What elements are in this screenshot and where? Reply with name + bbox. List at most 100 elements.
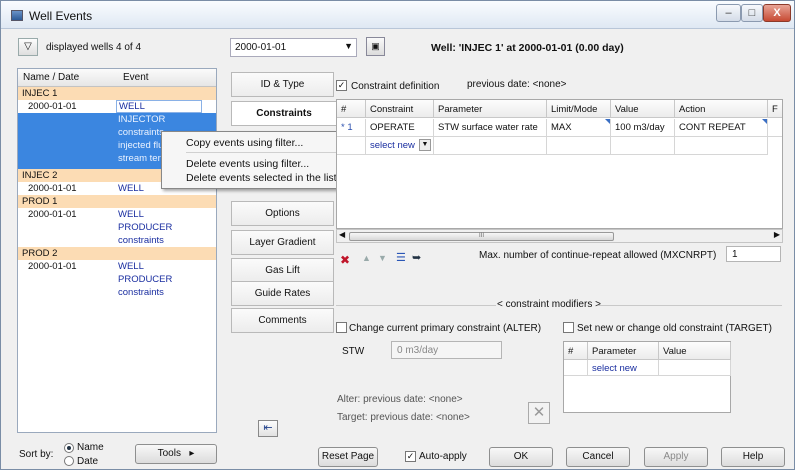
auto-apply-checkbox[interactable]: ✓ [405, 451, 416, 462]
target-checkbox[interactable] [563, 322, 574, 333]
target-label: Set new or change old constraint (TARGET… [577, 323, 772, 334]
grid-cell[interactable] [768, 119, 782, 137]
list-item[interactable]: constraints [18, 286, 216, 299]
delete-icon[interactable]: ✖ [340, 253, 350, 267]
grid-horizontal-scrollbar[interactable]: ◀ III ▶ [336, 229, 783, 243]
export-icon[interactable]: ➥ [412, 251, 421, 264]
sort-by-label: Sort by: [19, 449, 54, 460]
tab-layer-gradient[interactable]: Layer Gradient [231, 230, 334, 255]
modifiers-title: < constraint modifiers > [497, 299, 601, 310]
grid-cell[interactable] [611, 137, 675, 155]
grid-cell[interactable]: CONT REPEAT [675, 119, 768, 137]
grid-cell[interactable]: STW surface water rate [434, 119, 547, 137]
col-event[interactable]: Event [123, 72, 149, 83]
row-event: constraints [118, 235, 164, 246]
target-table[interactable]: # Parameter Value select new [563, 341, 731, 413]
grid-header: Value [659, 342, 731, 360]
list-item[interactable]: INJECTOR [18, 113, 216, 126]
scroll-right-icon[interactable]: ▶ [774, 230, 780, 239]
target-select-new[interactable]: select new [588, 360, 659, 376]
calendar-icon: ▣ [371, 41, 380, 51]
constraints-grid[interactable]: # Constraint Parameter Limit/Mode Value … [336, 99, 783, 229]
list-item[interactable]: PROD 2 [18, 247, 216, 260]
grid-cell[interactable] [337, 137, 366, 155]
clear-modifiers-button[interactable]: ✕ [528, 402, 550, 424]
tab-guide-rates[interactable]: Guide Rates [231, 281, 334, 306]
tab-gas-lift[interactable]: Gas Lift [231, 258, 334, 283]
row-event: PRODUCER [118, 274, 173, 285]
reset-page-button[interactable]: Reset Page [318, 447, 378, 467]
list-item[interactable]: PROD 1 [18, 195, 216, 208]
tab-constraints[interactable]: Constraints [231, 101, 336, 126]
grid-header: Limit/Mode [547, 100, 611, 118]
menu-delete-events-filter[interactable]: Delete events using filter... [186, 158, 309, 170]
move-up-icon[interactable]: ▲ [362, 253, 371, 263]
row-date: 2000-01-01 [28, 261, 77, 272]
list-item[interactable]: PRODUCER [18, 273, 216, 286]
date-value: 2000-01-01 [235, 42, 287, 53]
pin-button[interactable]: ⇤ [258, 420, 278, 437]
maximize-button[interactable]: □ [741, 4, 763, 22]
grid-cell[interactable] [547, 137, 611, 155]
row-date: 2000-01-01 [28, 101, 77, 112]
constraint-definition-checkbox[interactable]: ✓ [336, 80, 347, 91]
minimize-button[interactable]: – [716, 4, 741, 22]
row-date: 2000-01-01 [28, 183, 77, 194]
apply-button[interactable]: Apply [644, 447, 708, 467]
title-bar: Well Events – □ X [1, 1, 794, 29]
event-list[interactable]: Name / Date Event INJEC 1 2000-01-01 WELL… [17, 68, 217, 433]
sort-date-radio[interactable] [64, 456, 74, 466]
row-event: stream ter [118, 153, 161, 164]
help-button[interactable]: Help [721, 447, 785, 467]
grid-cell[interactable] [659, 360, 731, 376]
grid-cell-text: CONT REPEAT [679, 122, 746, 133]
tab-comments[interactable]: Comments [231, 308, 334, 333]
close-button[interactable]: X [763, 4, 791, 22]
list-header: Name / Date Event [18, 69, 216, 87]
well-title: Well: 'INJEC 1' at 2000-01-01 (0.00 day) [431, 42, 624, 54]
sort-list-icon[interactable]: ☰ [396, 251, 406, 264]
tab-options[interactable]: Options [231, 201, 334, 226]
ok-button[interactable]: OK [489, 447, 553, 467]
grid-cell[interactable]: 100 m3/day [611, 119, 675, 137]
grid-header: Action [675, 100, 768, 118]
calendar-button[interactable]: ▣ [366, 37, 385, 56]
sort-name-radio[interactable] [64, 443, 74, 453]
list-item[interactable]: 2000-01-01 WELL [18, 208, 216, 221]
mxcnrpt-input[interactable]: 1 [726, 246, 781, 262]
alter-checkbox[interactable] [336, 322, 347, 333]
row-event: constraints [118, 127, 164, 138]
row-event: INJECTOR [118, 114, 166, 125]
col-name-date[interactable]: Name / Date [23, 72, 79, 83]
grid-cell[interactable] [675, 137, 768, 155]
divider [598, 305, 782, 306]
grid-cell[interactable] [564, 360, 588, 376]
grid-cell[interactable] [434, 137, 547, 155]
stw-value-input[interactable]: 0 m3/day [391, 341, 502, 359]
move-down-icon[interactable]: ▼ [378, 253, 387, 263]
menu-copy-events-filter[interactable]: Copy events using filter... [186, 137, 303, 149]
list-item[interactable]: constraints [18, 234, 216, 247]
scrollbar-thumb[interactable]: III [349, 232, 614, 241]
date-combo[interactable]: 2000-01-01 ▼ [230, 38, 357, 57]
list-item[interactable]: PRODUCER [18, 221, 216, 234]
grid-cell[interactable]: * 1 [337, 119, 366, 137]
row-name: INJEC 2 [22, 170, 58, 181]
filter-button[interactable]: ▽ [18, 38, 38, 56]
row-name: PROD 1 [22, 196, 58, 207]
list-item[interactable]: 2000-01-01 WELL [18, 260, 216, 273]
scroll-left-icon[interactable]: ◀ [339, 230, 345, 239]
alter-previous-date: Alter: previous date: <none> [337, 394, 463, 405]
cancel-button[interactable]: Cancel [566, 447, 630, 467]
menu-delete-events-selected[interactable]: Delete events selected in the list [186, 172, 337, 184]
tab-id-type[interactable]: ID & Type [231, 72, 334, 97]
filter-icon: ▽ [24, 41, 32, 52]
list-item[interactable]: INJEC 1 [18, 87, 216, 100]
row-event: WELL [118, 261, 144, 272]
grid-cell[interactable]: MAX [547, 119, 611, 137]
list-item[interactable]: 2000-01-01 WELL [18, 100, 216, 113]
grid-cell[interactable]: OPERATE [366, 119, 434, 137]
select-new-combo[interactable]: select new ▼ [366, 137, 434, 155]
constraint-definition-label: Constraint definition [351, 81, 440, 92]
tools-button[interactable]: Tools ▸ [135, 444, 217, 464]
